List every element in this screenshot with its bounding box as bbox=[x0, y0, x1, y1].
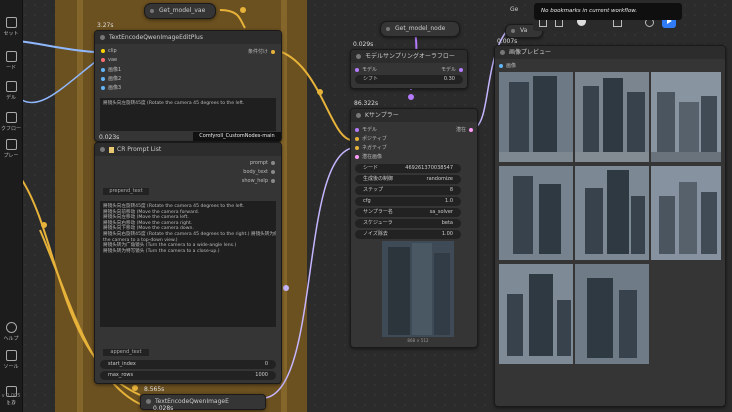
node-title: TextEncodeQwenImageEditPlus bbox=[109, 34, 203, 41]
append-text-label: append_text bbox=[103, 349, 149, 356]
input-slot[interactable]: ポジティブ bbox=[355, 135, 387, 142]
output-slot[interactable]: 条件付け bbox=[248, 48, 275, 55]
preview-thumb-6[interactable] bbox=[651, 166, 721, 260]
input-slot[interactable]: ネガティブ bbox=[355, 144, 387, 151]
link-cond bbox=[274, 49, 353, 141]
sampler-name-widget[interactable]: サンプラー名 sa_solver bbox=[355, 208, 461, 217]
input-slot[interactable]: 画像 bbox=[499, 62, 516, 69]
preview-caption: 868 × 512 bbox=[407, 338, 429, 343]
collapse-dot-icon[interactable] bbox=[500, 50, 505, 55]
start-index-widget[interactable]: start_index 0 bbox=[100, 360, 276, 369]
toolbar-label: Ge bbox=[510, 6, 519, 13]
input-slot[interactable]: clip bbox=[101, 48, 117, 54]
help-icon bbox=[5, 322, 17, 333]
collapse-dot-icon[interactable] bbox=[100, 147, 105, 152]
shift-widget[interactable]: シフト 0.30 bbox=[355, 75, 463, 84]
sidebar-item-help[interactable]: ヘルプ bbox=[0, 322, 22, 342]
node-cr-prompt-list[interactable]: CR Prompt List prompt body_text show_hel… bbox=[94, 142, 282, 384]
node-title: TextEncodeQwenImageE bbox=[155, 398, 229, 405]
node-timing: 86.322s bbox=[354, 100, 379, 107]
collapse-dot-icon[interactable] bbox=[356, 54, 361, 59]
node-icon bbox=[5, 51, 17, 62]
steps-widget[interactable]: ステップ 8 bbox=[355, 186, 461, 195]
node-get-model-vae[interactable]: Get_model_vae bbox=[144, 3, 216, 19]
max-rows-widget[interactable]: max_rows 1000 bbox=[100, 371, 276, 380]
node-title: 画像プレビュー bbox=[509, 49, 552, 56]
input-slot[interactable]: モデル bbox=[355, 66, 377, 73]
sidebar-item-workflows[interactable]: クフロー bbox=[0, 112, 22, 132]
node-title: モデルサンプリングオーラフロー bbox=[365, 53, 455, 60]
node-title: CR Prompt List bbox=[117, 146, 162, 153]
node-timing: 0.023s bbox=[99, 134, 120, 141]
link-vae-top bbox=[219, 9, 246, 29]
sidebar-item-models[interactable]: デル bbox=[0, 81, 22, 101]
output-slot[interactable]: 潜在 bbox=[456, 126, 473, 133]
input-slot[interactable]: vae bbox=[101, 57, 117, 63]
node-timing: 0.029s bbox=[353, 41, 374, 48]
output-slot[interactable]: show_help bbox=[242, 178, 275, 184]
node-timing: 3.27s bbox=[97, 22, 114, 29]
input-slot[interactable]: モデル bbox=[355, 126, 377, 133]
scheduler-widget[interactable]: スケジューラ beta bbox=[355, 219, 461, 228]
preview-thumb-5[interactable] bbox=[575, 166, 649, 260]
node-timing: 8.565s bbox=[144, 386, 165, 393]
node-timing: 0.007s bbox=[497, 38, 518, 45]
preview-thumb-8[interactable] bbox=[575, 264, 649, 364]
preview-thumb-4[interactable] bbox=[499, 166, 573, 260]
output-slot[interactable]: prompt bbox=[250, 160, 275, 166]
denoise-widget[interactable]: ノイズ除去 1.00 bbox=[355, 230, 461, 239]
preview-thumb-1[interactable] bbox=[499, 72, 573, 162]
prompt-list-textarea[interactable]: 將镜头向左旋转45度 (Rotate the camera 45 degrees… bbox=[100, 201, 276, 327]
link-vae bbox=[21, 61, 96, 104]
sidebar-item-nodes[interactable]: ード bbox=[0, 51, 22, 71]
input-slot[interactable]: 画像3 bbox=[101, 84, 121, 91]
collapse-dot-icon[interactable] bbox=[356, 113, 361, 118]
node-model-sampling[interactable]: モデルサンプリングオーラフロー モデル モデル シフト 0.30 bbox=[350, 49, 468, 89]
notepad-icon bbox=[109, 146, 114, 153]
node-title: Kサンプラー bbox=[365, 112, 399, 119]
node-timing: 0.028s bbox=[153, 405, 174, 412]
prepend-text-label: prepend_text bbox=[103, 188, 149, 195]
output-slot[interactable]: body_text bbox=[243, 169, 275, 175]
sidebar-item-templates[interactable]: プレー bbox=[0, 139, 22, 159]
collapse-dot-icon[interactable] bbox=[146, 399, 151, 404]
preview-thumb-7[interactable] bbox=[499, 264, 573, 364]
terminal-icon bbox=[5, 350, 17, 361]
folder-icon bbox=[5, 17, 17, 28]
preview-thumb-3[interactable] bbox=[651, 72, 721, 162]
prompt-textarea[interactable]: 將镜头向左旋转45度 (Rotate the camera 45 degrees… bbox=[100, 98, 276, 131]
bookmark-toast: No bookmarks in current workflow. bbox=[534, 3, 682, 20]
sidebar-item-console[interactable]: ソール bbox=[0, 350, 22, 370]
node-text-encode-edit[interactable]: TextEncodeQwenImageEditPlus clip vae 画像1… bbox=[94, 30, 282, 142]
version-label-2: 1.0 bbox=[7, 401, 15, 407]
left-sidebar: セット ード デル クフロー プレー ヘルプ ソール トカ v 0.005 1.… bbox=[0, 0, 23, 412]
input-slot[interactable]: 画像1 bbox=[101, 66, 121, 73]
template-icon bbox=[5, 139, 17, 150]
tooltip: Comfyroll_CustomNodes-main bbox=[193, 132, 281, 141]
model-icon bbox=[5, 81, 17, 92]
collapse-dot-icon[interactable] bbox=[100, 35, 105, 40]
control-after-generate-widget[interactable]: 生成後の制御 randomize bbox=[355, 175, 461, 184]
sidebar-item-assets[interactable]: セット bbox=[0, 17, 22, 37]
cfg-widget[interactable]: cfg 1.0 bbox=[355, 197, 461, 206]
node-image-preview[interactable]: 画像プレビュー 画像 bbox=[494, 45, 726, 407]
seed-widget[interactable]: シード 469261370038547 bbox=[355, 164, 461, 173]
node-get-model-node[interactable]: Get_model_node bbox=[380, 21, 460, 37]
preview-thumb-2[interactable] bbox=[575, 72, 649, 162]
output-slot[interactable]: モデル bbox=[441, 66, 463, 73]
ksampler-preview-image bbox=[382, 241, 454, 337]
node-ksampler[interactable]: Kサンプラー モデル ポジティブ ネガティブ 潜在画像 潜在 シード 469261… bbox=[350, 108, 478, 348]
input-slot[interactable]: 画像2 bbox=[101, 75, 121, 82]
input-slot[interactable]: 潜在画像 bbox=[355, 153, 382, 160]
version-label: v 0.005 bbox=[1, 393, 21, 399]
workflow-icon bbox=[5, 112, 17, 123]
